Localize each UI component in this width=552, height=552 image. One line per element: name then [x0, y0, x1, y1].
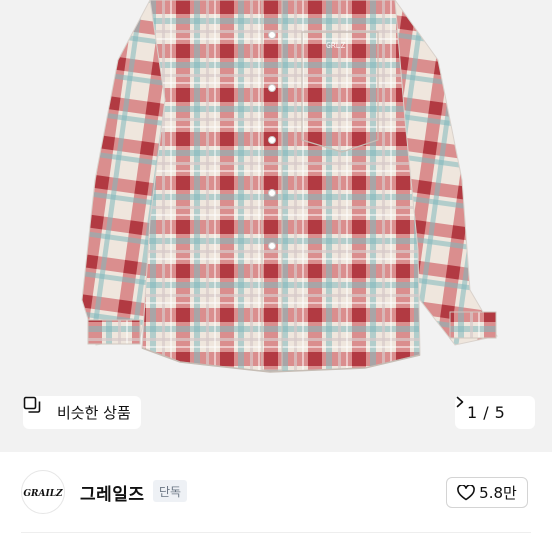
image-page-counter[interactable]: 1 / 5: [455, 396, 535, 429]
chevron-right-icon: [456, 396, 523, 419]
exclusive-badge: 단독: [153, 480, 188, 502]
pocket-logo-text: GRLZ: [326, 41, 345, 50]
current-image-index: 1: [467, 403, 478, 422]
similar-items-button[interactable]: 비슷한 상품: [23, 396, 141, 429]
brand-name[interactable]: 그레일즈: [80, 480, 145, 505]
like-count: 5.8만: [479, 484, 517, 502]
brand-logo-text: GRAILZ: [23, 489, 63, 499]
total-image-count: 5: [494, 403, 505, 422]
counter-separator: /: [483, 403, 489, 422]
brand-logo[interactable]: GRAILZ: [21, 470, 65, 514]
section-divider: [21, 532, 531, 533]
similar-items-icon: [23, 396, 51, 422]
like-button[interactable]: 5.8만: [446, 477, 528, 508]
heart-icon: [457, 483, 476, 501]
shirt-photo: GRLZ: [0, 0, 552, 452]
similar-items-label: 비슷한 상품: [57, 404, 131, 422]
product-image-carousel[interactable]: GRLZ 비슷한 상품 1 / 5: [0, 0, 552, 452]
